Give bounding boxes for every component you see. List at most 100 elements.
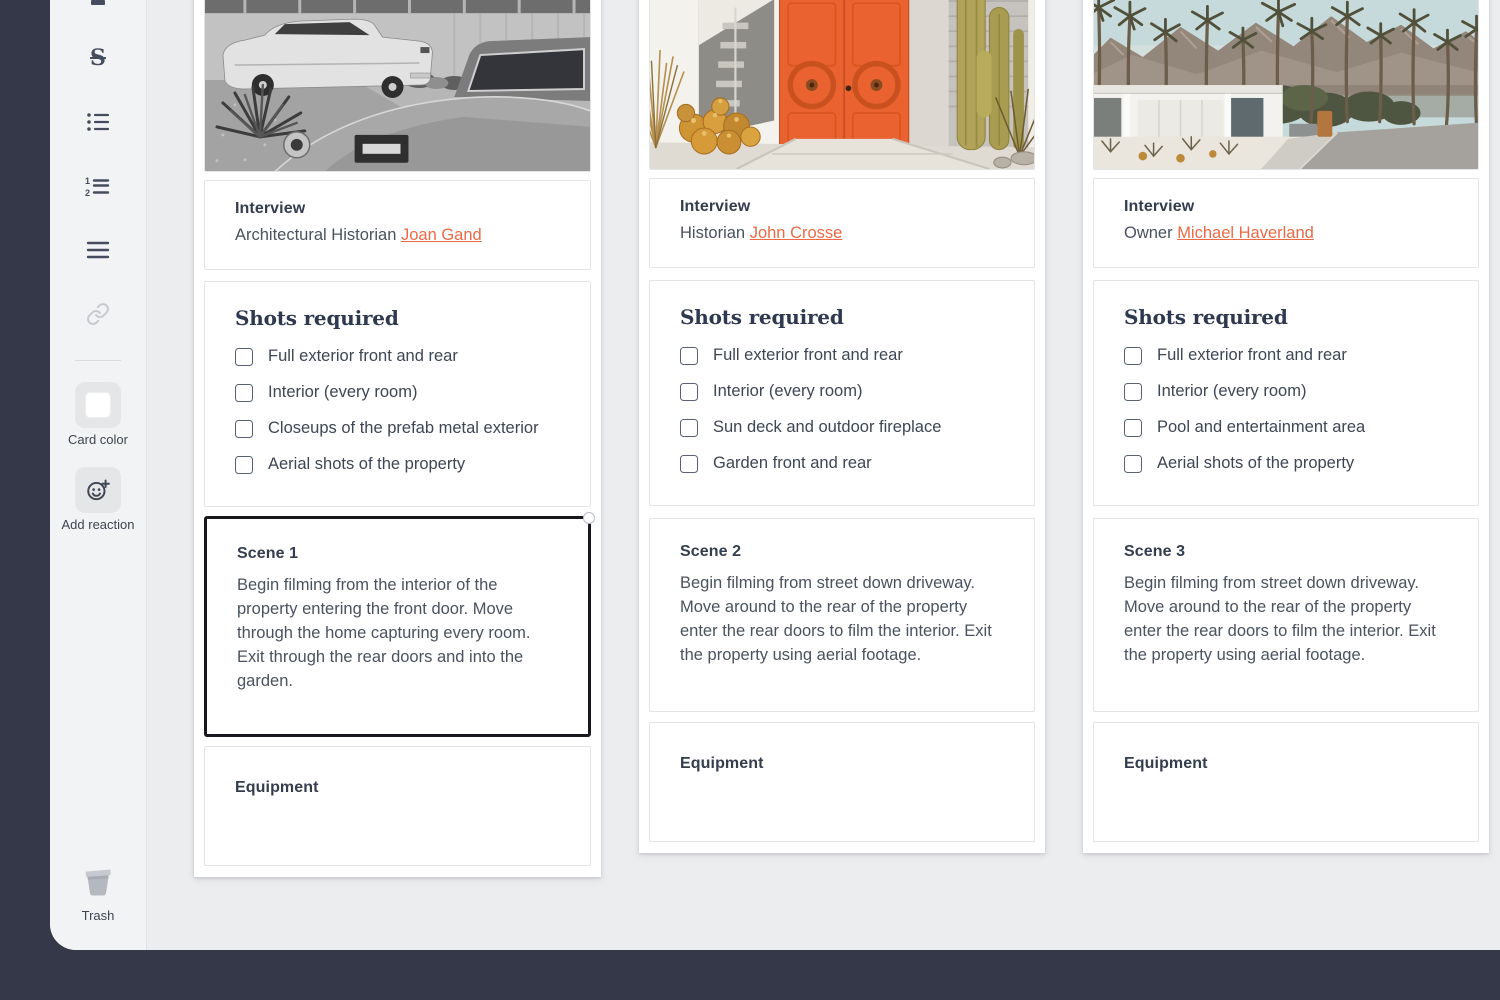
svg-text:2: 2 xyxy=(85,188,90,198)
checkbox[interactable] xyxy=(680,455,698,473)
equipment-heading: Equipment xyxy=(235,779,560,797)
toolbar-divider xyxy=(75,360,121,361)
strikethrough-button[interactable]: S xyxy=(76,36,120,80)
scene-text: Begin filming from street down driveway.… xyxy=(1124,571,1448,667)
card-color-button[interactable] xyxy=(75,382,121,428)
svg-text:1: 1 xyxy=(85,176,90,186)
checkbox[interactable] xyxy=(680,383,698,401)
photo-vintage-cars-bw xyxy=(205,0,590,171)
shot-item: Full exterior front and rear xyxy=(1124,346,1448,365)
equipment-heading: Equipment xyxy=(1124,755,1448,773)
checkbox[interactable] xyxy=(1124,455,1142,473)
shot-item: Aerial shots of the property xyxy=(1124,454,1448,473)
shot-item: Aerial shots of the property xyxy=(235,455,560,474)
shot-item: Closeups of the prefab metal exterior xyxy=(235,419,560,438)
shot-item: Sun deck and outdoor fireplace xyxy=(680,418,1004,437)
interview-heading: Interview xyxy=(235,200,560,218)
checkbox[interactable] xyxy=(1124,383,1142,401)
trash-label: Trash xyxy=(82,908,115,923)
checkbox[interactable] xyxy=(235,348,253,366)
column-panel-2[interactable]: Interview Historian John Crosse Shots re… xyxy=(639,0,1045,853)
photo-palm-street xyxy=(1094,0,1478,169)
equipment-heading: Equipment xyxy=(680,755,1004,773)
bullet-list-button[interactable] xyxy=(76,100,120,144)
scene-title: Scene 1 xyxy=(237,545,558,563)
shot-item: Full exterior front and rear xyxy=(680,346,1004,365)
interview-line: Architectural Historian Joan Gand xyxy=(235,226,560,245)
shots-heading: Shots required xyxy=(680,305,1004,329)
interview-role: Historian xyxy=(680,224,750,242)
checkbox-label: Interior (every room) xyxy=(268,383,417,402)
photo-orange-door xyxy=(650,0,1034,169)
align-lines-button[interactable] xyxy=(76,228,120,272)
photo-card-orange-door[interactable] xyxy=(649,0,1035,170)
card-color-swatch-icon xyxy=(85,392,111,418)
checkbox-label: Garden front and rear xyxy=(713,454,872,473)
interview-card[interactable]: Interview Historian John Crosse xyxy=(649,178,1035,268)
checkbox-label: Sun deck and outdoor fireplace xyxy=(713,418,941,437)
shot-item: Interior (every room) xyxy=(1124,382,1448,401)
numbered-list-icon: 1 2 xyxy=(85,175,111,199)
photo-card-vintage-cars[interactable] xyxy=(204,0,591,172)
shot-item: Full exterior front and rear xyxy=(235,347,560,366)
interview-link[interactable]: John Crosse xyxy=(750,224,843,242)
shot-item: Interior (every room) xyxy=(235,383,560,402)
interview-line: Owner Michael Haverland xyxy=(1124,224,1448,243)
checkbox[interactable] xyxy=(235,384,253,402)
add-reaction-button[interactable] xyxy=(75,467,121,513)
interview-card[interactable]: Interview Architectural Historian Joan G… xyxy=(204,180,591,270)
scene-title: Scene 2 xyxy=(680,543,1004,561)
photo-card-palm-street[interactable] xyxy=(1093,0,1479,170)
checkbox[interactable] xyxy=(1124,419,1142,437)
interview-card[interactable]: Interview Owner Michael Haverland xyxy=(1093,178,1479,268)
scene-text: Begin filming from street down driveway.… xyxy=(680,571,1004,667)
checkbox-label: Closeups of the prefab metal exterior xyxy=(268,419,539,438)
board-canvas[interactable]: Interview Architectural Historian Joan G… xyxy=(148,0,1500,950)
checkbox[interactable] xyxy=(1124,347,1142,365)
equipment-card[interactable]: Equipment xyxy=(204,746,591,866)
scene-title: Scene 3 xyxy=(1124,543,1448,561)
selection-handle[interactable] xyxy=(583,512,595,524)
checkbox[interactable] xyxy=(235,456,253,474)
card-color-label: Card color xyxy=(68,432,128,447)
checkbox-label: Interior (every room) xyxy=(1157,382,1306,401)
scene-text: Begin filming from the interior of the p… xyxy=(237,573,558,693)
link-button[interactable] xyxy=(76,292,120,336)
interview-line: Historian John Crosse xyxy=(680,224,1004,243)
bullet-list-icon xyxy=(85,110,111,134)
interview-link[interactable]: Michael Haverland xyxy=(1177,224,1314,242)
checkbox-label: Aerial shots of the property xyxy=(268,455,465,474)
scene-card-selected[interactable]: Scene 1 Begin filming from the interior … xyxy=(204,516,591,737)
shot-item: Garden front and rear xyxy=(680,454,1004,473)
checkbox-label: Pool and entertainment area xyxy=(1157,418,1365,437)
column-panel-3[interactable]: Interview Owner Michael Haverland Shots … xyxy=(1083,0,1489,853)
text-format-partial-icon[interactable] xyxy=(91,0,105,5)
equipment-card[interactable]: Equipment xyxy=(1093,722,1479,842)
strikethrough-icon: S xyxy=(90,47,106,69)
shots-required-card[interactable]: Shots required Full exterior front and r… xyxy=(649,280,1035,506)
scene-card[interactable]: Scene 3 Begin filming from street down d… xyxy=(1093,518,1479,712)
checkbox-label: Interior (every room) xyxy=(713,382,862,401)
checkbox[interactable] xyxy=(235,420,253,438)
interview-link[interactable]: Joan Gand xyxy=(401,226,482,244)
link-icon xyxy=(86,302,110,326)
checkbox[interactable] xyxy=(680,347,698,365)
interview-heading: Interview xyxy=(680,198,1004,216)
shots-required-card[interactable]: Shots required Full exterior front and r… xyxy=(1093,280,1479,506)
column-panel-1[interactable]: Interview Architectural Historian Joan G… xyxy=(194,0,601,877)
checkbox-label: Full exterior front and rear xyxy=(713,346,903,365)
shots-required-card[interactable]: Shots required Full exterior front and r… xyxy=(204,281,591,507)
checkbox[interactable] xyxy=(680,419,698,437)
format-toolbar: S 1 2 xyxy=(50,0,147,950)
shots-heading: Shots required xyxy=(1124,305,1448,329)
numbered-list-button[interactable]: 1 2 xyxy=(76,165,120,209)
interview-role: Owner xyxy=(1124,224,1177,242)
interview-heading: Interview xyxy=(1124,198,1448,216)
checkbox-label: Aerial shots of the property xyxy=(1157,454,1354,473)
scene-card[interactable]: Scene 2 Begin filming from street down d… xyxy=(649,518,1035,712)
checkbox-label: Full exterior front and rear xyxy=(1157,346,1347,365)
checkbox-label: Full exterior front and rear xyxy=(268,347,458,366)
equipment-card[interactable]: Equipment xyxy=(649,722,1035,842)
trash-button[interactable] xyxy=(72,858,124,906)
interview-role: Architectural Historian xyxy=(235,226,401,244)
